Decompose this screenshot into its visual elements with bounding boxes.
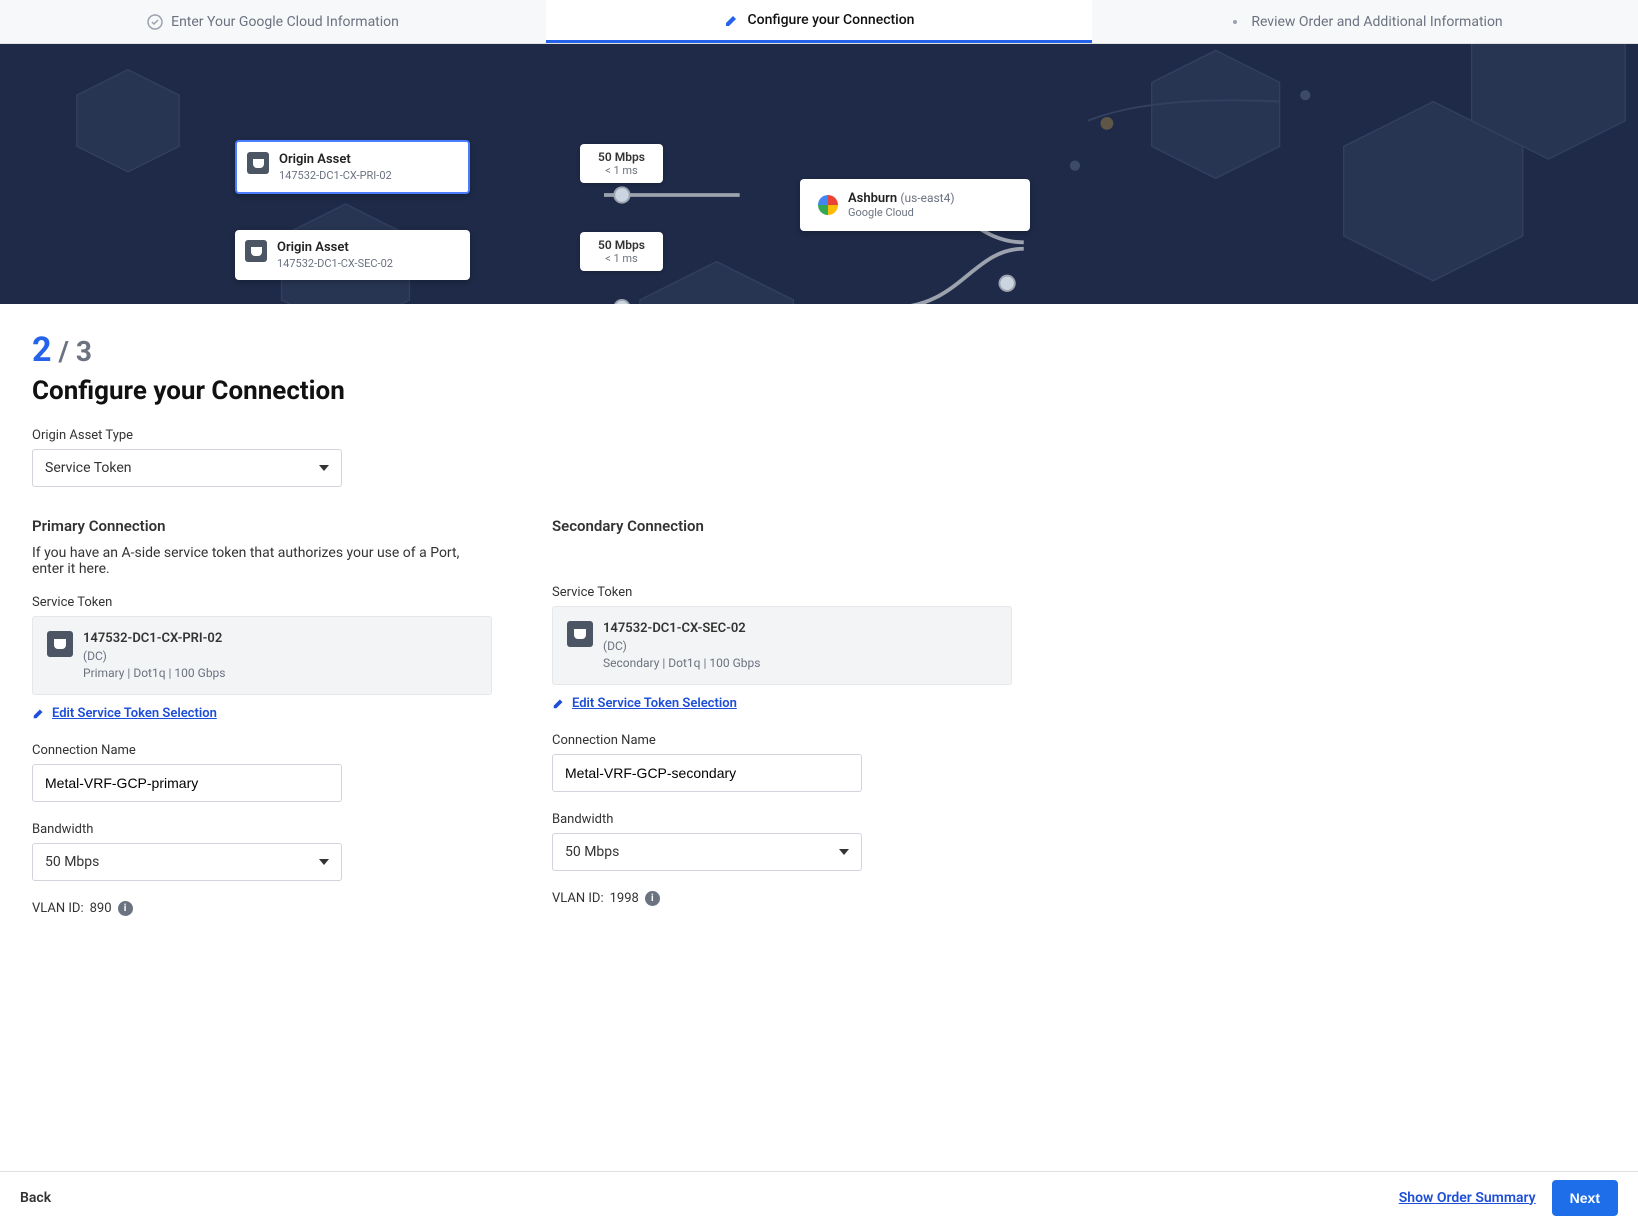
secondary-vlan-value: 1998 [610, 891, 639, 906]
diagram-destination: Ashburn (us-east4) Google Cloud [800, 179, 1030, 231]
primary-token-name: 147532-DC1-CX-PRI-02 [83, 631, 225, 646]
secondary-conn-label: Connection Name [552, 733, 1012, 748]
primary-connection-section: Primary Connection If you have an A-side… [32, 517, 492, 916]
primary-token-card: 147532-DC1-CX-PRI-02 (DC) Primary | Dot1… [32, 616, 492, 695]
diagram-speed-primary: 50 Mbps < 1 ms [580, 144, 663, 183]
secondary-token-name: 147532-DC1-CX-SEC-02 [603, 621, 760, 636]
step-configure[interactable]: Configure your Connection [546, 0, 1092, 43]
footer-bar: Back Show Order Summary Next [0, 1171, 1638, 1223]
primary-bw-value: 50 Mbps [45, 854, 99, 870]
step-label: Review Order and Additional Information [1251, 14, 1502, 30]
origin-title: Origin Asset [279, 152, 392, 167]
secondary-bw-value: 50 Mbps [565, 844, 619, 860]
diagram-speed-secondary: 50 Mbps < 1 ms [580, 232, 663, 271]
speed-value: 50 Mbps [598, 150, 645, 164]
dest-provider: Google Cloud [848, 206, 955, 219]
secondary-title: Secondary Connection [552, 517, 1012, 535]
dest-city: Ashburn (us-east4) [848, 191, 955, 206]
show-order-summary-link[interactable]: Show Order Summary [1399, 1190, 1536, 1206]
step-label: Configure your Connection [748, 12, 915, 28]
speed-value: 50 Mbps [598, 238, 645, 252]
secondary-connection-name-input[interactable] [552, 754, 862, 792]
port-icon [567, 621, 593, 647]
dot-icon [1227, 14, 1243, 30]
chevron-down-icon [839, 849, 849, 855]
latency-value: < 1 ms [598, 164, 645, 177]
primary-hint: If you have an A-side service token that… [32, 545, 492, 577]
origin-type-value: Service Token [45, 460, 132, 476]
primary-token-label: Service Token [32, 595, 492, 610]
diagram-origin-secondary: Origin Asset 147532-DC1-CX-SEC-02 [235, 230, 470, 280]
primary-edit-token-link[interactable]: Edit Service Token Selection [32, 706, 217, 721]
latency-value: < 1 ms [598, 252, 645, 265]
primary-vlan-row: VLAN ID: 890 i [32, 901, 492, 916]
primary-token-meta: Primary | Dot1q | 100 Gbps [83, 666, 225, 680]
port-icon [245, 240, 267, 262]
check-circle-icon [147, 14, 163, 30]
chevron-down-icon [319, 465, 329, 471]
origin-type-label: Origin Asset Type [32, 428, 1068, 443]
chevron-down-icon [319, 859, 329, 865]
main-content: 2 / 3 Configure your Connection Origin A… [0, 304, 1100, 976]
origin-id: 147532-DC1-CX-PRI-02 [279, 169, 392, 182]
google-cloud-icon [818, 195, 838, 215]
pencil-icon [724, 12, 740, 28]
pencil-icon [552, 696, 566, 710]
secondary-token-loc: (DC) [603, 639, 760, 653]
secondary-token-card: 147532-DC1-CX-SEC-02 (DC) Secondary | Do… [552, 606, 1012, 685]
secondary-connection-section: Secondary Connection Service Token 14753… [552, 517, 1012, 916]
primary-conn-label: Connection Name [32, 743, 492, 758]
port-icon [247, 152, 269, 174]
primary-bandwidth-select[interactable]: 50 Mbps [32, 843, 342, 881]
step-review[interactable]: Review Order and Additional Information [1092, 0, 1638, 43]
pencil-icon [32, 706, 46, 720]
hero-diagram: Origin Asset 147532-DC1-CX-PRI-02 Origin… [0, 44, 1638, 304]
page-title: Configure your Connection [32, 376, 1068, 406]
primary-vlan-value: 890 [90, 901, 112, 916]
step-google-info[interactable]: Enter Your Google Cloud Information [0, 0, 546, 43]
step-counter: 2 / 3 [32, 330, 1068, 370]
secondary-bw-label: Bandwidth [552, 812, 1012, 827]
info-icon[interactable]: i [118, 901, 133, 916]
info-icon[interactable]: i [645, 891, 660, 906]
primary-bw-label: Bandwidth [32, 822, 492, 837]
primary-title: Primary Connection [32, 517, 492, 535]
back-button[interactable]: Back [20, 1190, 51, 1206]
secondary-edit-token-link[interactable]: Edit Service Token Selection [552, 696, 737, 711]
primary-connection-name-input[interactable] [32, 764, 342, 802]
secondary-bandwidth-select[interactable]: 50 Mbps [552, 833, 862, 871]
step-label: Enter Your Google Cloud Information [171, 14, 399, 30]
origin-id: 147532-DC1-CX-SEC-02 [277, 257, 393, 270]
diagram-origin-primary: Origin Asset 147532-DC1-CX-PRI-02 [235, 140, 470, 194]
next-button[interactable]: Next [1552, 1180, 1618, 1216]
secondary-vlan-row: VLAN ID: 1998 i [552, 891, 1012, 906]
origin-title: Origin Asset [277, 240, 393, 255]
primary-token-loc: (DC) [83, 649, 225, 663]
origin-type-select[interactable]: Service Token [32, 449, 342, 487]
secondary-token-label: Service Token [552, 585, 1012, 600]
stepper: Enter Your Google Cloud Information Conf… [0, 0, 1638, 44]
port-icon [47, 631, 73, 657]
secondary-token-meta: Secondary | Dot1q | 100 Gbps [603, 656, 760, 670]
